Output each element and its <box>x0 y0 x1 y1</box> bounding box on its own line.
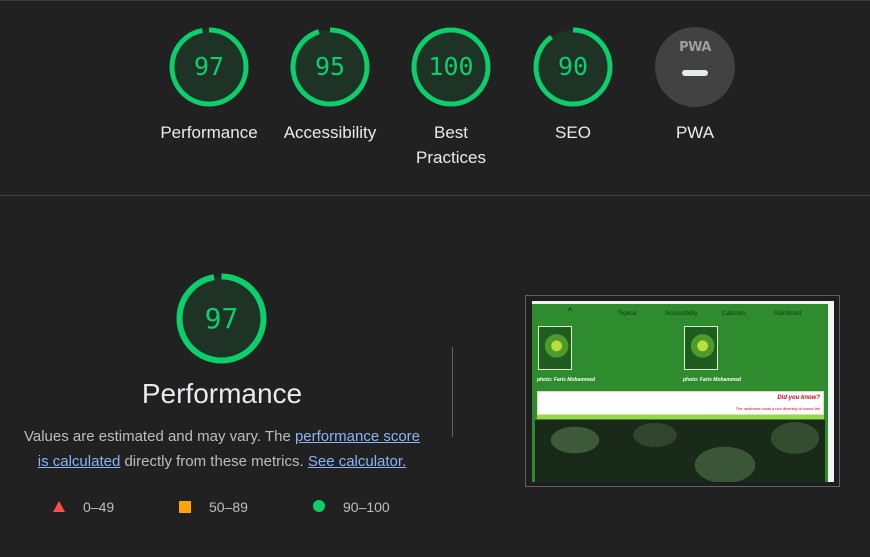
gauge-label: Best Practices <box>416 123 486 167</box>
fail-triangle-icon <box>53 501 65 512</box>
pass-circle-icon <box>313 500 325 512</box>
thumb-photo <box>538 326 572 370</box>
gauge-ring: 97 <box>168 26 250 108</box>
gauge-label: PWA <box>675 123 715 142</box>
desc-mid: directly from these metrics. <box>120 453 308 470</box>
thumb-right-edge <box>828 301 834 482</box>
category-gauges: 97 Performance 95 Accessibility 100 Best… <box>0 0 870 195</box>
desc-prefix: Values are estimated and may vary. The <box>23 428 295 445</box>
gauge-pwa[interactable]: PWA PWA <box>640 26 750 145</box>
performance-title: Performance <box>141 378 303 409</box>
thumb-green-bar <box>537 415 824 419</box>
pwa-badge-icon: PWA <box>655 27 735 107</box>
screenshot-image: ^ Topical Accessibility Cabinets Rainfor… <box>532 301 834 482</box>
legend-fail-label: 0–49 <box>83 499 115 515</box>
legend-pass-label: 90–100 <box>343 499 390 515</box>
pwa-dash-icon <box>682 70 708 76</box>
performance-gauge: 97 <box>175 272 268 365</box>
did-you-know-text: The rainforest hosts a rich diversity of… <box>735 406 821 411</box>
thumb-caption: photo: Faris Mohammed <box>537 377 596 383</box>
gauge-ring: 95 <box>289 26 371 108</box>
gauge-score: 95 <box>314 52 346 81</box>
performance-score: 97 <box>204 302 239 335</box>
gauge-performance[interactable]: 97 Performance <box>154 26 264 145</box>
gauge-label: Accessibility <box>283 123 377 142</box>
thumb-did-you-know: Did you know? The rainforest hosts a ric… <box>537 391 824 415</box>
performance-description: Values are estimated and may vary. The p… <box>17 424 427 474</box>
thumb-photo <box>684 326 718 370</box>
thumb-nav-item: Accessibility <box>665 311 698 317</box>
gauge-accessibility[interactable]: 95 Accessibility <box>275 26 385 145</box>
gauge-score: 100 <box>428 52 474 81</box>
average-square-icon <box>179 501 191 513</box>
gauge-ring: 90 <box>532 26 614 108</box>
gauge-label: SEO <box>555 123 591 142</box>
legend-fail: 0–49 <box>53 497 114 517</box>
legend-average: 50–89 <box>179 497 248 517</box>
vertical-separator <box>452 347 453 437</box>
gauge-ring: 100 <box>410 26 492 108</box>
see-calculator-link[interactable]: See calculator. <box>308 453 406 470</box>
thumb-nav-item: Cabinets <box>722 311 746 317</box>
gauge-score: 90 <box>557 52 589 81</box>
thumb-caption: photo: Faris Mohammed <box>683 377 742 383</box>
gauge-best-practices[interactable]: 100 Best Practices <box>396 26 506 170</box>
pwa-badge-text: PWA <box>679 40 711 55</box>
final-screenshot[interactable]: ^ Topical Accessibility Cabinets Rainfor… <box>525 295 840 487</box>
thumb-nav-item: Rainforest <box>774 311 802 317</box>
gauge-seo[interactable]: 90 SEO <box>518 26 628 145</box>
legend-pass: 90–100 <box>313 497 390 517</box>
gauge-score: 97 <box>193 52 225 81</box>
thumb-leaves-image <box>535 420 825 482</box>
did-you-know-title: Did you know? <box>777 395 820 401</box>
legend-average-label: 50–89 <box>209 499 248 515</box>
section-divider <box>0 195 870 196</box>
thumb-top-strip <box>532 301 834 304</box>
score-legend: 0–49 50–89 90–100 <box>0 497 450 517</box>
chevron-up-icon: ^ <box>568 306 573 316</box>
thumb-nav-item: Topical <box>618 311 637 317</box>
gauge-label: Performance <box>160 123 258 142</box>
